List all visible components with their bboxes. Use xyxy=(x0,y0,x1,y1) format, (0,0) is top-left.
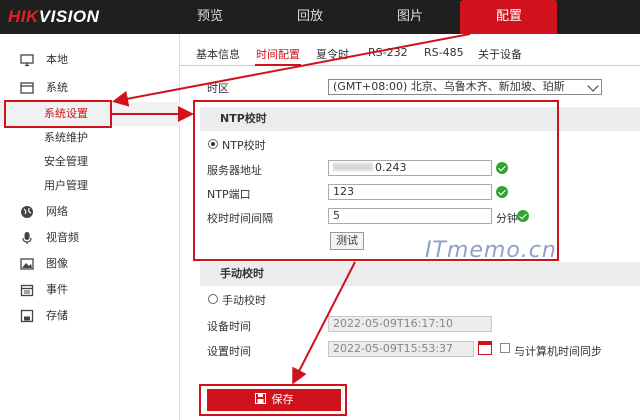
tab-rs485[interactable]: RS-485 xyxy=(424,46,464,59)
set-time-label: 设置时间 xyxy=(207,345,251,358)
manual-section-header: 手动校时 xyxy=(200,262,640,286)
annotation-box-ntp xyxy=(193,100,559,261)
sidebar-item-system-maintenance[interactable]: 系统维护 xyxy=(0,126,180,150)
image-icon xyxy=(20,258,34,270)
sidebar-item-video-audio[interactable]: 视音频 xyxy=(0,226,180,250)
calendar-icon xyxy=(20,284,34,297)
sidebar-item-system[interactable]: 系统 xyxy=(0,76,180,100)
sidebar-item-storage[interactable]: 存储 xyxy=(0,304,180,328)
sidebar-item-users[interactable]: 用户管理 xyxy=(0,174,180,198)
sidebar-item-events[interactable]: 事件 xyxy=(0,278,180,302)
tab-time-settings[interactable]: 时间配置 xyxy=(256,46,300,62)
set-time-field[interactable]: 2022-05-09T15:53:37 xyxy=(328,341,474,357)
annotation-box-save xyxy=(199,384,347,416)
manual-radio[interactable] xyxy=(208,294,218,304)
settings-tabs: 基本信息 时间配置 夏令时 RS-232 RS-485 关于设备 xyxy=(180,40,640,66)
microphone-icon xyxy=(22,232,32,244)
globe-icon xyxy=(21,206,33,218)
active-tab-indicator xyxy=(255,64,301,66)
manual-radio-label: 手动校时 xyxy=(222,294,266,307)
calendar-picker-icon[interactable] xyxy=(478,341,492,355)
chevron-down-icon xyxy=(587,80,599,92)
tab-dst[interactable]: 夏令时 xyxy=(316,46,349,62)
device-time-label: 设备时间 xyxy=(207,320,251,333)
sidebar-item-network[interactable]: 网络 xyxy=(0,200,180,224)
tab-rs232[interactable]: RS-232 xyxy=(368,46,408,59)
sidebar-item-image[interactable]: 图像 xyxy=(0,252,180,276)
timezone-select[interactable]: (GMT+08:00) 北京、乌鲁木齐、新加坡、珀斯 xyxy=(328,79,602,95)
sync-pc-time-checkbox[interactable] xyxy=(500,343,510,353)
sidebar-item-security[interactable]: 安全管理 xyxy=(0,150,180,174)
system-icon xyxy=(20,82,34,94)
hikvision-logo: HIKVISION xyxy=(8,7,100,26)
sync-pc-time-label: 与计算机时间同步 xyxy=(514,345,602,358)
nav-playback[interactable]: 回放 xyxy=(270,0,350,34)
tab-basic-info[interactable]: 基本信息 xyxy=(196,46,240,62)
nav-preview[interactable]: 预览 xyxy=(170,0,250,34)
sidebar: 本地 系统 系统设置 系统维护 安全管理 用户管理 网络 视音频 图像 事件 存… xyxy=(0,34,180,420)
tab-about-device[interactable]: 关于设备 xyxy=(478,46,522,62)
nav-picture[interactable]: 图片 xyxy=(370,0,450,34)
sidebar-item-local[interactable]: 本地 xyxy=(0,48,180,72)
device-time-field: 2022-05-09T16:17:10 xyxy=(328,316,492,332)
monitor-icon xyxy=(20,54,34,67)
annotation-box-config xyxy=(460,1,557,34)
annotation-box-system-settings xyxy=(4,100,112,128)
disk-icon xyxy=(20,309,34,323)
timezone-label: 时区 xyxy=(207,82,229,95)
